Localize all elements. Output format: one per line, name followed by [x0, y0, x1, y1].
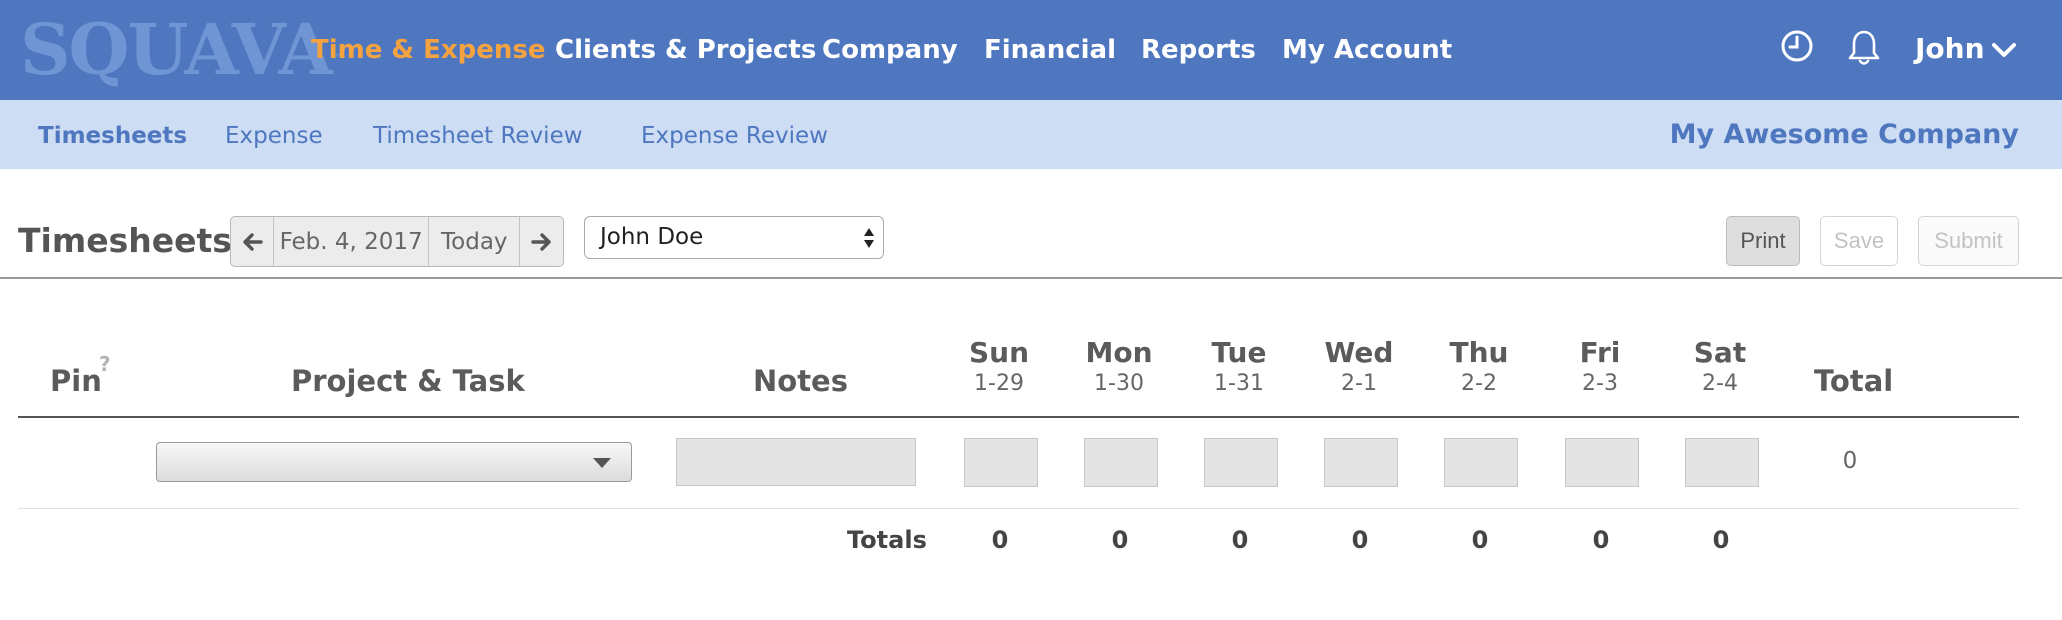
chevron-down-icon: [593, 458, 611, 468]
column-header-tue: Tue 1-31: [1184, 335, 1294, 397]
day-name: Sat: [1693, 336, 1747, 369]
day-date: 2-1: [1341, 371, 1377, 396]
user-name: John: [1915, 32, 1985, 65]
employee-select-value: John Doe: [600, 224, 704, 250]
subnav-expense-review[interactable]: Expense Review: [641, 121, 828, 151]
day-name: Tue: [1211, 336, 1267, 369]
column-header-wed: Wed 2-1: [1304, 335, 1414, 397]
day-date: 1-29: [974, 371, 1024, 396]
column-header-project-task: Project & Task: [291, 364, 525, 398]
total-thu: 0: [1471, 526, 1489, 554]
total-tue: 0: [1231, 526, 1249, 554]
nav-financial[interactable]: Financial: [984, 33, 1116, 67]
project-task-select[interactable]: [156, 442, 632, 482]
subnav-timesheet-review[interactable]: Timesheet Review: [373, 121, 583, 151]
nav-clients-projects[interactable]: Clients & Projects: [555, 33, 816, 67]
date-navigator: Feb. 4, 2017 Today: [230, 216, 564, 267]
print-button[interactable]: Print: [1726, 216, 1800, 266]
nav-time-expense[interactable]: Time & Expense: [311, 33, 546, 67]
select-updown-icon: [864, 228, 874, 248]
subnav-expense[interactable]: Expense: [225, 121, 323, 151]
totals-label: Totals: [847, 526, 927, 554]
save-button[interactable]: Save: [1820, 216, 1898, 266]
column-header-sun: Sun 1-29: [944, 335, 1054, 397]
page-title: Timesheets: [18, 221, 232, 260]
bell-icon[interactable]: [1846, 28, 1882, 68]
arrow-right-icon: [530, 232, 551, 251]
day-date: 1-30: [1094, 371, 1144, 396]
day-name: Thu: [1449, 336, 1509, 369]
day-date: 2-2: [1461, 371, 1497, 396]
hours-input-thu[interactable]: [1444, 438, 1518, 487]
pin-help-icon[interactable]: ?: [99, 352, 111, 376]
day-name: Mon: [1085, 336, 1153, 369]
hours-input-fri[interactable]: [1565, 438, 1639, 487]
row-total: 0: [1842, 448, 1858, 474]
day-date: 2-3: [1582, 371, 1618, 396]
company-name: My Awesome Company: [1669, 119, 2019, 150]
employee-select[interactable]: John Doe: [584, 216, 884, 259]
notes-input[interactable]: [676, 438, 916, 486]
day-name: Fri: [1579, 336, 1621, 369]
day-date: 2-4: [1702, 371, 1738, 396]
total-wed: 0: [1351, 526, 1369, 554]
user-menu[interactable]: John: [1915, 32, 2017, 66]
hours-input-sat[interactable]: [1685, 438, 1759, 487]
column-header-pin: Pin: [50, 364, 102, 398]
day-name: Sun: [968, 336, 1030, 369]
today-button[interactable]: Today: [429, 217, 521, 266]
column-header-notes: Notes: [753, 364, 848, 398]
hours-input-sun[interactable]: [964, 438, 1038, 487]
nav-reports[interactable]: Reports: [1141, 33, 1256, 67]
column-header-mon: Mon 1-30: [1064, 335, 1174, 397]
total-fri: 0: [1592, 526, 1610, 554]
hours-input-mon[interactable]: [1084, 438, 1158, 487]
hours-input-wed[interactable]: [1324, 438, 1398, 487]
total-sun: 0: [991, 526, 1009, 554]
current-date[interactable]: Feb. 4, 2017: [274, 217, 430, 266]
logo-text: SQUAVA: [20, 8, 333, 91]
toolbar-divider: [0, 277, 2062, 279]
previous-week-button[interactable]: [231, 217, 274, 266]
day-name: Wed: [1324, 336, 1394, 369]
column-header-total: Total: [1814, 364, 1894, 398]
day-date: 1-31: [1214, 371, 1264, 396]
hours-input-tue[interactable]: [1204, 438, 1278, 487]
clock-icon[interactable]: [1779, 28, 1815, 68]
column-header-fri: Fri 2-3: [1545, 335, 1655, 397]
top-nav-bar: SQUAVA™ Time & Expense Clients & Project…: [0, 0, 2062, 100]
row-divider: [18, 508, 2019, 509]
next-week-button[interactable]: [520, 217, 563, 266]
logo[interactable]: SQUAVA™: [20, 10, 343, 90]
sub-nav-bar: Timesheets Expense Timesheet Review Expe…: [0, 100, 2062, 169]
subnav-timesheets[interactable]: Timesheets: [38, 121, 187, 151]
nav-company[interactable]: Company: [822, 33, 958, 67]
table-header-rule: [18, 416, 2019, 418]
submit-button[interactable]: Submit: [1918, 216, 2019, 266]
column-header-sat: Sat 2-4: [1665, 335, 1775, 397]
chevron-down-icon: [1991, 43, 2016, 57]
nav-my-account[interactable]: My Account: [1282, 33, 1452, 67]
column-header-thu: Thu 2-2: [1424, 335, 1534, 397]
total-mon: 0: [1111, 526, 1129, 554]
total-sat: 0: [1712, 526, 1730, 554]
arrow-left-icon: [243, 232, 263, 251]
